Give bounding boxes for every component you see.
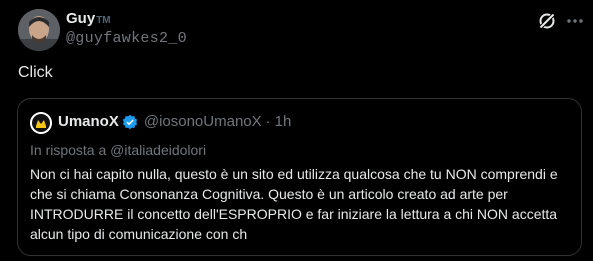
grok-icon[interactable]	[537, 11, 557, 31]
avatar-image	[18, 9, 60, 51]
author-name-badge: TM	[96, 15, 111, 26]
quoted-reply-to: In risposta a @italiadeidolori	[30, 142, 207, 158]
quoted-timestamp[interactable]: 1h	[275, 113, 292, 130]
author-handle[interactable]: @guyfawkes2_0	[66, 30, 187, 47]
quoted-separator: ·	[265, 113, 271, 130]
author-avatar[interactable]	[18, 9, 60, 51]
quoted-avatar-image	[30, 112, 52, 134]
verified-icon	[122, 114, 137, 129]
author-name-row[interactable]: Guy TM	[66, 10, 111, 27]
quoted-handle[interactable]: @iosonoUmanoX	[144, 113, 262, 130]
author-display-name[interactable]: Guy	[66, 10, 95, 27]
quoted-header: UmanoX @iosonoUmanoX · 1h	[58, 113, 291, 130]
quoted-tweet-text: Non ci hai capito nulla, questo è un sit…	[30, 166, 558, 242]
quoted-tweet-card[interactable]: UmanoX @iosonoUmanoX · 1h In risposta a …	[17, 98, 582, 256]
tweet-text: Click	[18, 64, 53, 81]
more-icon[interactable]	[566, 12, 584, 30]
quoted-display-name[interactable]: UmanoX	[58, 113, 119, 130]
quoted-author-avatar[interactable]	[30, 112, 52, 134]
